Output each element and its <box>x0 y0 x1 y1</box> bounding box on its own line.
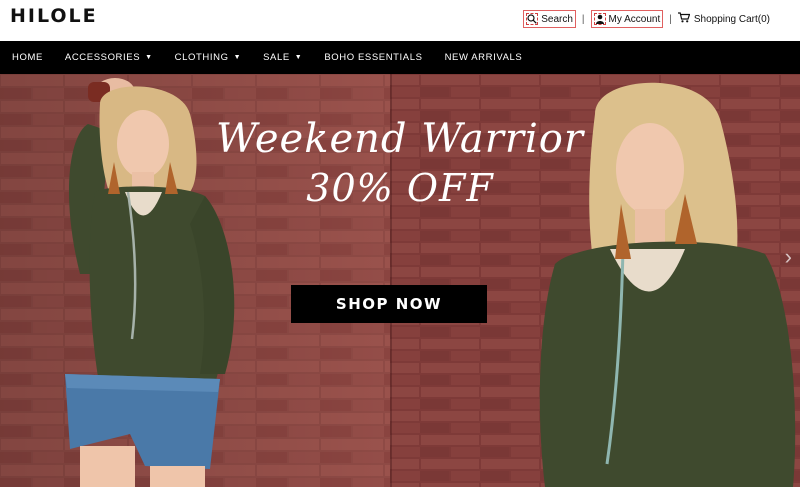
nav-item-label: CLOTHING <box>174 52 229 63</box>
nav-item-label: HOME <box>12 52 43 63</box>
nav-item-label: ACCESSORIES <box>64 52 141 63</box>
utility-links: Search | My Account | Shopping Cart(0) <box>523 10 770 28</box>
carousel-next-icon[interactable]: › <box>785 244 792 270</box>
hero-headline-line2: 30% OFF <box>306 166 494 210</box>
hero-headline: Weekend Warrior 30% OFF <box>200 116 600 210</box>
cart-icon <box>677 12 691 26</box>
nav-item-clothing[interactable]: CLOTHING ▼ <box>175 52 241 63</box>
shopping-cart-link[interactable]: Shopping Cart(0) <box>677 12 770 26</box>
nav-item-home[interactable]: HOME <box>12 52 43 63</box>
shop-now-button[interactable]: SHOP NOW <box>291 285 487 323</box>
site-logo[interactable]: HILOLE <box>10 5 98 27</box>
main-nav: HOME ACCESSORIES ▼ CLOTHING ▼ SALE ▼ BOH… <box>0 41 800 74</box>
shopping-cart-label: Shopping Cart(0) <box>693 13 770 25</box>
chevron-down-icon: ▼ <box>145 54 153 61</box>
nav-item-boho-essentials[interactable]: BOHO ESSENTIALS <box>324 52 422 63</box>
nav-item-sale[interactable]: SALE ▼ <box>263 52 302 63</box>
top-header: HILOLE Search | My Account | Shopping Ca… <box>0 0 800 41</box>
chevron-down-icon: ▼ <box>294 54 303 61</box>
my-account-label: My Account <box>608 13 661 25</box>
nav-item-accessories[interactable]: ACCESSORIES ▼ <box>65 52 153 63</box>
nav-item-label: NEW ARRIVALS <box>444 52 523 63</box>
hero-banner[interactable]: Weekend Warrior 30% OFF SHOP NOW › <box>0 74 800 487</box>
nav-item-label: BOHO ESSENTIALS <box>324 52 423 63</box>
search-icon <box>526 13 539 25</box>
my-account-link[interactable]: My Account <box>590 10 664 28</box>
chevron-down-icon: ▼ <box>233 54 242 61</box>
separator: | <box>581 13 585 25</box>
search-label: Search <box>541 13 573 25</box>
search-link[interactable]: Search <box>523 10 576 28</box>
hero-headline-line1: Weekend Warrior <box>216 116 584 162</box>
nav-item-label: SALE <box>263 52 290 63</box>
separator: | <box>669 13 672 25</box>
nav-item-new-arrivals[interactable]: NEW ARRIVALS <box>445 52 523 63</box>
user-icon <box>593 13 606 25</box>
